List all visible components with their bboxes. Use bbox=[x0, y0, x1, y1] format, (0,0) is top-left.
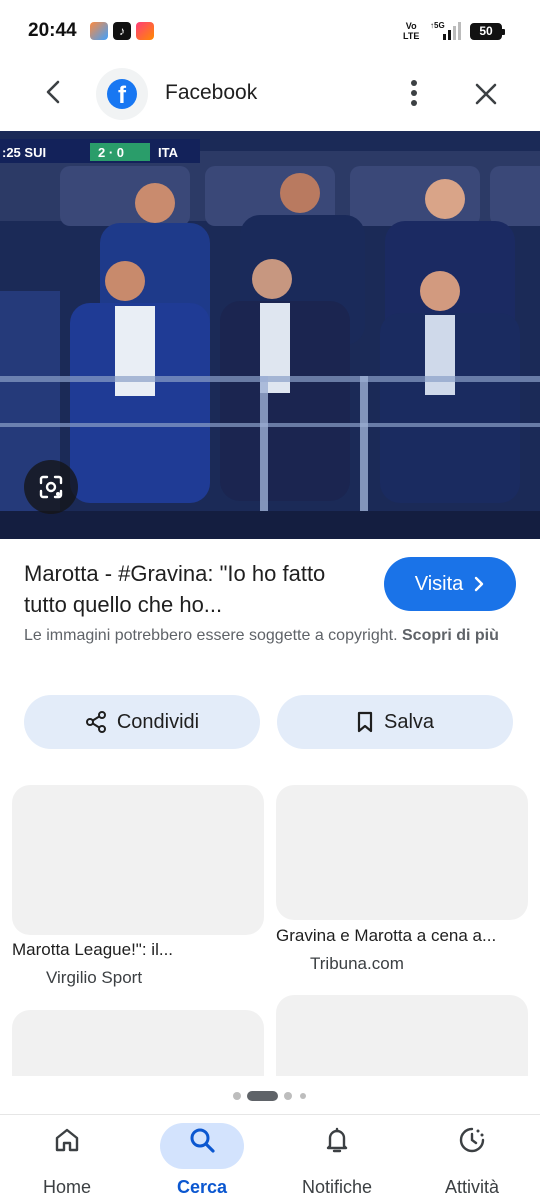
nav-activity[interactable]: Attività bbox=[412, 1115, 532, 1199]
app-notification-icon bbox=[90, 22, 108, 40]
nav-notifications[interactable]: Notifiche bbox=[277, 1115, 397, 1199]
page-dot bbox=[233, 1092, 241, 1100]
visit-button[interactable]: Visita bbox=[384, 557, 516, 611]
tiktok-notification-icon: ♪ bbox=[113, 22, 131, 40]
volte-indicator: Vo LTE bbox=[403, 21, 420, 41]
visit-label: Visita bbox=[414, 572, 464, 595]
app-header: f Facebook bbox=[0, 62, 540, 124]
svg-text:↑5G: ↑5G bbox=[430, 21, 445, 30]
share-icon bbox=[85, 711, 106, 733]
close-icon[interactable] bbox=[470, 78, 502, 110]
nav-search[interactable]: Cerca bbox=[142, 1115, 262, 1199]
nav-label: Home bbox=[42, 1177, 91, 1197]
more-options-icon[interactable] bbox=[400, 78, 428, 108]
source-title: Facebook bbox=[165, 81, 258, 104]
related-thumbnail[interactable] bbox=[276, 785, 528, 920]
facebook-logo: f bbox=[96, 68, 148, 120]
svg-text:2 · 0: 2 · 0 bbox=[98, 145, 124, 160]
copyright-text: Le immagini potrebbero essere soggette a… bbox=[24, 627, 398, 644]
back-arrow-icon[interactable] bbox=[38, 76, 70, 108]
app-notification-icon bbox=[136, 22, 154, 40]
related-thumbnail[interactable] bbox=[276, 995, 528, 1076]
page-dot bbox=[284, 1092, 292, 1100]
save-button[interactable]: Salva bbox=[277, 695, 513, 749]
nav-label: Notifiche bbox=[301, 1177, 373, 1197]
nav-home[interactable]: Home bbox=[7, 1115, 127, 1199]
svg-text:ITA: ITA bbox=[158, 145, 179, 160]
learn-more-link[interactable]: Scopri di più bbox=[402, 627, 499, 644]
related-source: Virgilio Sport bbox=[46, 968, 143, 987]
activity-icon bbox=[459, 1127, 485, 1153]
result-title[interactable]: Marotta - #Gravina: "Io ho fatto tutto q… bbox=[24, 558, 359, 620]
share-button[interactable]: Condividi bbox=[24, 695, 260, 749]
home-icon bbox=[55, 1128, 79, 1152]
nav-label: Cerca bbox=[176, 1177, 228, 1197]
share-label: Condividi bbox=[116, 710, 200, 733]
bell-icon bbox=[326, 1127, 348, 1153]
related-thumbnail[interactable] bbox=[12, 1010, 264, 1076]
result-image[interactable]: :25 SUI 2 · 0 ITA bbox=[0, 131, 540, 539]
related-source: Tribuna.com bbox=[310, 954, 404, 973]
lens-icon bbox=[39, 475, 63, 499]
signal-icon: ↑5G bbox=[430, 21, 461, 40]
related-title[interactable]: Marotta League!": il... bbox=[12, 940, 173, 960]
search-icon bbox=[190, 1128, 215, 1153]
page-dot-active bbox=[247, 1091, 278, 1101]
facebook-icon: f bbox=[107, 79, 137, 109]
scoreboard-text: :25 SUI bbox=[2, 145, 46, 160]
bottom-navigation: Home Cerca Notifiche Attività bbox=[0, 1114, 540, 1199]
related-title[interactable]: Gravina e Marotta a cena a... bbox=[276, 926, 496, 946]
lens-search-button[interactable] bbox=[24, 460, 78, 514]
stadium-photo: :25 SUI 2 · 0 ITA bbox=[0, 131, 540, 539]
chevron-right-icon bbox=[475, 576, 484, 592]
page-indicator bbox=[0, 1090, 540, 1102]
status-bar: 20:44 ♪ Vo LTE ↑5G 50 bbox=[0, 0, 540, 62]
nav-label: Attività bbox=[444, 1177, 500, 1197]
page-dot bbox=[300, 1093, 306, 1099]
battery-icon: 50 bbox=[470, 23, 505, 40]
related-thumbnail[interactable] bbox=[12, 785, 264, 935]
status-time: 20:44 bbox=[28, 20, 77, 41]
save-label: Salva bbox=[383, 710, 435, 733]
bookmark-icon bbox=[357, 711, 373, 733]
copyright-notice: Le immagini potrebbero essere soggette a… bbox=[24, 623, 516, 648]
